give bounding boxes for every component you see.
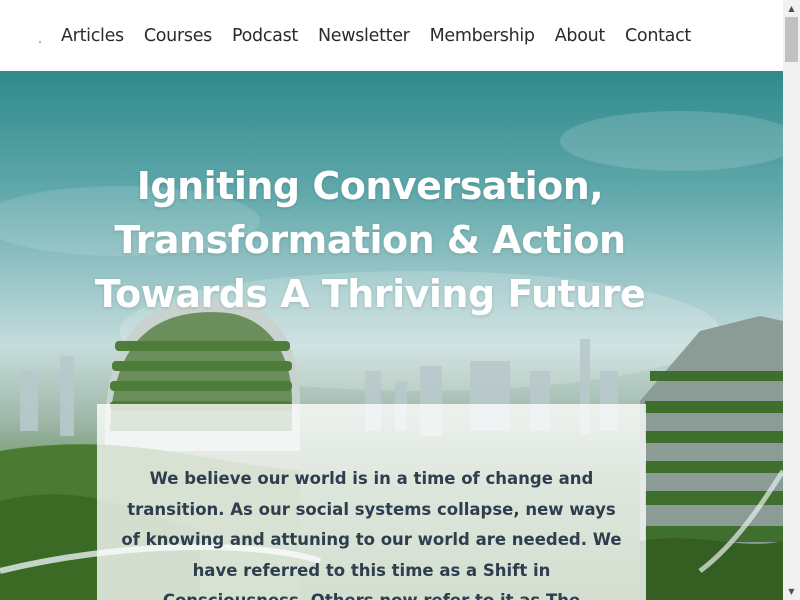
scroll-thumb[interactable] (785, 17, 798, 62)
intro-text: We believe our world is in a time of cha… (121, 469, 622, 600)
hero-title: Igniting Conversation, Transformation & … (94, 164, 646, 316)
intro-card: We believe our world is in a time of cha… (97, 404, 646, 600)
main-nav: Articles Courses Podcast Newsletter Memb… (61, 0, 711, 71)
nav-item-courses[interactable]: Courses (144, 26, 212, 46)
site-logo[interactable] (39, 41, 41, 43)
hero-section: Igniting Conversation, Transformation & … (0, 71, 783, 600)
scroll-up-icon[interactable]: ▲ (783, 0, 800, 17)
site-header: Articles Courses Podcast Newsletter Memb… (0, 0, 783, 71)
nav-item-contact[interactable]: Contact (625, 26, 691, 46)
scroll-down-icon[interactable]: ▼ (783, 583, 800, 600)
nav-item-about[interactable]: About (555, 26, 606, 46)
nav-item-membership[interactable]: Membership (430, 26, 535, 46)
nav-item-podcast[interactable]: Podcast (232, 26, 298, 46)
nav-item-articles[interactable]: Articles (61, 26, 124, 46)
nav-item-newsletter[interactable]: Newsletter (318, 26, 410, 46)
page-scrollbar[interactable]: ▲ ▼ (783, 0, 800, 600)
